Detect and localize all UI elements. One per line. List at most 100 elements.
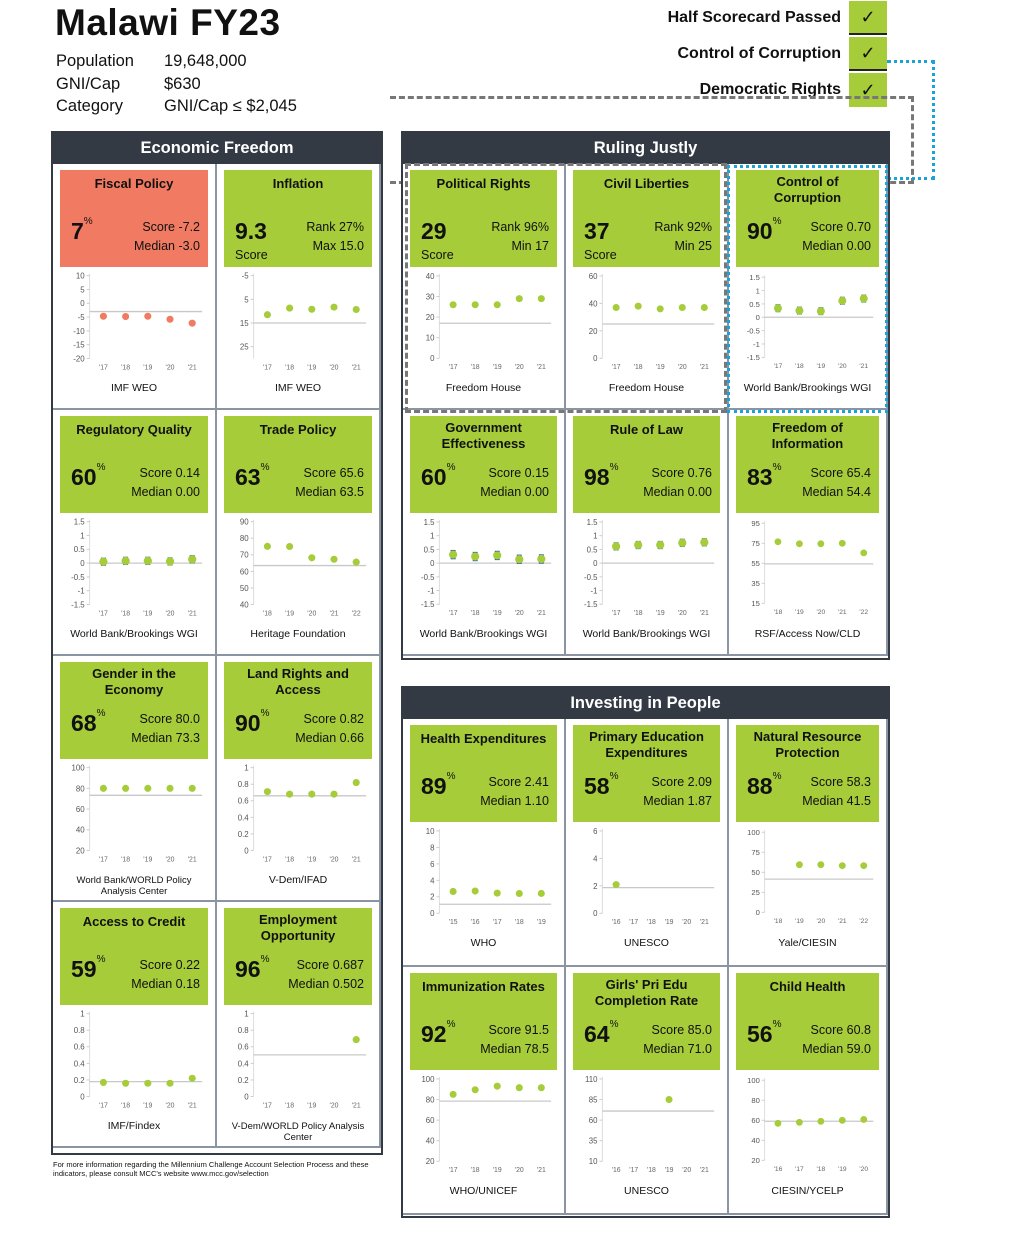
percentile-value: 60 bbox=[421, 464, 447, 490]
percent-sign: % bbox=[96, 708, 106, 719]
y-tick-label: 40 bbox=[240, 600, 249, 609]
indicator-government-effectiveness: Government Effectiveness 60% Score 0.15 Med… bbox=[403, 410, 566, 656]
y-tick-label: 1 bbox=[244, 1010, 248, 1019]
indicator-percentile: 59% bbox=[71, 954, 106, 983]
indicator-card: Government Effectiveness 60% Score 0.15 Med… bbox=[410, 416, 557, 513]
indicator-chart: 1 0.8 0.6 0.4 0.2 0 '17 '18 '19 '20 '21 V-Dem/IFAD bbox=[224, 759, 372, 886]
scatter-plot: 1.5 1 0.5 0 -0.5 -1 -1.5 '17 '18 '19 '20 '21 bbox=[71, 518, 203, 617]
indicator-median: Median 0.00 bbox=[643, 485, 712, 499]
indicator-score: Score 0.15 bbox=[488, 466, 549, 480]
data-point bbox=[449, 1090, 457, 1098]
indicator-chart: 100 80 60 40 20 '17 '18 '19 '20 '21 WHO/UNICEF bbox=[410, 1070, 557, 1197]
x-tick-label: '21 bbox=[188, 364, 197, 371]
indicator-card: Fiscal Policy 7% Score -7.2 Median -3.0 bbox=[60, 170, 208, 267]
data-point bbox=[471, 552, 480, 561]
x-tick-label: '17 bbox=[493, 919, 502, 926]
y-tick-label: -1.5 bbox=[584, 600, 598, 609]
y-tick-label: 10 bbox=[426, 827, 435, 836]
data-point bbox=[860, 1116, 868, 1123]
data-point bbox=[263, 788, 271, 796]
indicator-access-to-credit: Access to Credit 59% Score 0.22 Median 0.18… bbox=[53, 902, 217, 1148]
data-point bbox=[537, 889, 545, 897]
y-tick-label: 60 bbox=[76, 805, 85, 814]
percent-sign: % bbox=[772, 771, 782, 782]
percentile-value: 63 bbox=[235, 464, 261, 490]
scatter-plot: 6 4 2 0 '16 '17 '18 '19 '20 '21 bbox=[593, 827, 715, 926]
x-tick-label: '21 bbox=[838, 918, 847, 925]
data-source: WHO bbox=[470, 937, 497, 949]
y-tick-label: 35 bbox=[751, 579, 759, 588]
data-point bbox=[471, 887, 479, 895]
data-point bbox=[838, 1116, 846, 1124]
x-tick-label: '18 bbox=[471, 1167, 480, 1174]
x-tick-label: '18 bbox=[647, 919, 656, 926]
data-point bbox=[330, 555, 338, 563]
x-tick-label: '16 bbox=[471, 919, 480, 926]
data-point bbox=[122, 1079, 130, 1087]
x-tick-label: '18 bbox=[263, 610, 272, 617]
data-point bbox=[612, 542, 621, 551]
x-tick-label: '20 bbox=[678, 610, 687, 617]
data-point bbox=[144, 784, 152, 792]
y-tick-label: 0.6 bbox=[74, 1043, 86, 1052]
data-point bbox=[144, 312, 152, 320]
y-tick-label: 40 bbox=[426, 1137, 435, 1146]
indicator-chart: 110 85 60 35 10 '16 '17 '18 '19 '20 '21 UNESCO bbox=[573, 1070, 720, 1197]
indicator-median: Median 71.0 bbox=[643, 1042, 712, 1056]
x-tick-label: '18 bbox=[121, 364, 130, 371]
indicator-percentile: 89% bbox=[421, 771, 456, 800]
y-tick-label: -10 bbox=[73, 327, 85, 336]
x-tick-label: '19 bbox=[795, 918, 804, 925]
y-tick-label: -1.5 bbox=[421, 600, 435, 609]
indicator-card: Land Rights and Access 90% Score 0.82 Media… bbox=[224, 662, 372, 759]
x-tick-label: '18 bbox=[285, 364, 294, 371]
percentile-value: 60 bbox=[71, 464, 97, 490]
x-tick-label: '19 bbox=[656, 610, 665, 617]
indicator-percentile: 58% bbox=[584, 771, 619, 800]
indicator-title: Girls' Pri Edu Completion Rate bbox=[594, 977, 699, 1008]
x-tick-label: '21 bbox=[352, 364, 361, 371]
indicator-gender-in-the-economy: Gender in the Economy 68% Score 80.0 Median… bbox=[53, 656, 217, 902]
data-point bbox=[634, 540, 643, 550]
y-tick-label: 0.5 bbox=[587, 545, 599, 554]
percentile-value: 7 bbox=[71, 218, 84, 244]
data-point bbox=[471, 1086, 479, 1094]
data-point bbox=[537, 1084, 545, 1092]
data-point bbox=[774, 1119, 782, 1127]
status-row-half-scorecard: Half Scorecard Passed ✓ bbox=[587, 0, 887, 36]
x-tick-label: '18 bbox=[121, 610, 130, 617]
indicator-percentile: 7% bbox=[71, 216, 93, 245]
y-tick-label: 0 bbox=[244, 846, 249, 855]
x-tick-label: '17 bbox=[263, 364, 272, 371]
footer-note: For more information regarding the Mille… bbox=[53, 1160, 369, 1178]
x-tick-label: '17 bbox=[99, 856, 108, 863]
data-point bbox=[537, 554, 546, 564]
indicator-median: Median 0.00 bbox=[131, 485, 200, 499]
y-tick-label: 1.5 bbox=[74, 518, 86, 527]
percent-sign: % bbox=[772, 462, 782, 473]
percent-sign: % bbox=[260, 708, 270, 719]
indicator-trade-policy: Trade Policy 63% Score 65.6 Median 63.5 90 80… bbox=[217, 410, 381, 656]
indicator-median: Median 41.5 bbox=[802, 794, 871, 808]
y-tick-label: 0 bbox=[430, 909, 435, 918]
x-tick-label: '20 bbox=[166, 856, 175, 863]
scatter-plot: -5 5 15 25 '17 '18 '19 '20 '21 bbox=[240, 272, 367, 371]
data-point bbox=[795, 861, 803, 869]
data-source: UNESCO bbox=[624, 1185, 669, 1197]
x-tick-label: '19 bbox=[493, 1167, 502, 1174]
data-point bbox=[144, 1079, 152, 1087]
indicator-title: Government Effectiveness bbox=[441, 420, 526, 451]
scatter-plot: 1.5 1 0.5 0 -0.5 -1 -1.5 '17 '18 '19 '20 '21 bbox=[421, 518, 552, 617]
percentile-value: 59 bbox=[71, 956, 97, 982]
data-point bbox=[121, 556, 130, 566]
data-source: World Bank/Brookings WGI bbox=[419, 628, 548, 640]
y-tick-label: 20 bbox=[751, 1156, 759, 1165]
indicator-percentile: 63% bbox=[235, 462, 270, 491]
meta-label: GNI/Cap bbox=[56, 74, 121, 93]
indicator-chart: 1.5 1 0.5 0 -0.5 -1 -1.5 '17 '18 '19 '20 '21 World B… bbox=[60, 513, 208, 640]
data-point bbox=[449, 887, 457, 895]
x-tick-label: '19 bbox=[307, 856, 316, 863]
indicator-title: Freedom of Information bbox=[771, 420, 844, 451]
indicator-score: Score 80.0 bbox=[139, 712, 200, 726]
indicator-chart: 100 80 60 40 20 '16 '17 '18 '19 '20 CIESIN/YCELP bbox=[736, 1070, 879, 1197]
